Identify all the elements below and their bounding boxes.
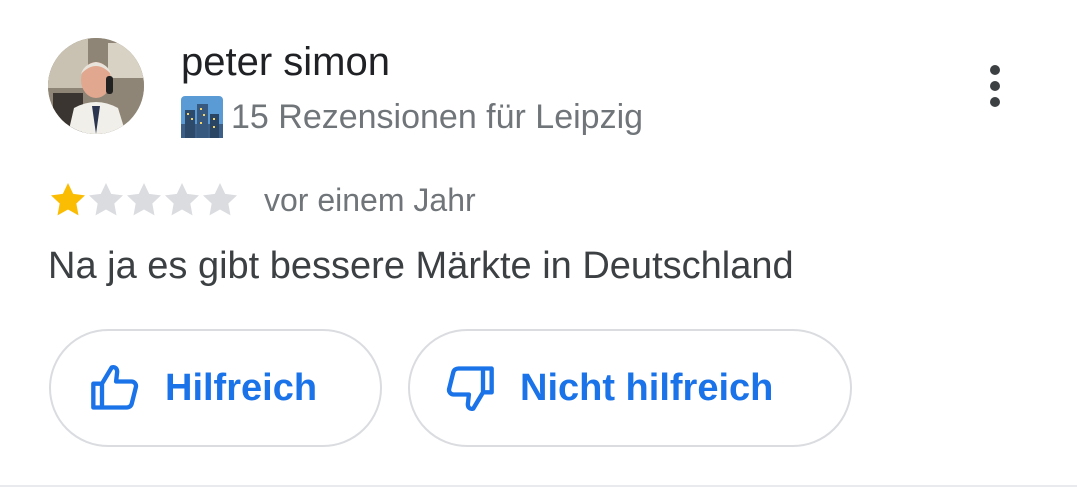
star-empty-icon — [89, 183, 123, 216]
avatar[interactable] — [48, 38, 144, 134]
thumbs-down-icon — [446, 366, 494, 412]
not-helpful-label: Nicht hilfreich — [520, 366, 774, 409]
review-date: vor einem Jahr — [264, 181, 476, 218]
cityscape-icon — [181, 96, 223, 138]
not-helpful-button[interactable]: Nicht hilfreich — [408, 329, 852, 447]
star-empty-icon — [127, 183, 161, 216]
helpful-button[interactable]: Hilfreich — [49, 329, 382, 447]
rating-row: vor einem Jahr — [48, 177, 476, 223]
helpful-label: Hilfreich — [165, 366, 318, 409]
star-rating — [48, 180, 238, 220]
avatar-photo — [48, 38, 144, 134]
star-empty-icon — [165, 183, 199, 216]
thumbs-up-icon — [91, 364, 139, 410]
review-text: Na ja es gibt bessere Märkte in Deutschl… — [48, 245, 794, 287]
star-empty-icon — [203, 183, 237, 216]
reviewer-meta: 15 Rezensionen für Leipzig — [181, 95, 643, 139]
star-filled-icon — [51, 183, 85, 216]
review-card: peter simon 15 Rezensionen für Leipzig v… — [0, 0, 1077, 498]
more-options-button[interactable] — [970, 56, 1020, 116]
reviewer-name[interactable]: peter simon — [181, 38, 390, 86]
review-count: 15 Rezensionen für Leipzig — [231, 98, 644, 136]
more-vertical-icon — [990, 65, 1000, 107]
divider — [0, 485, 1077, 487]
